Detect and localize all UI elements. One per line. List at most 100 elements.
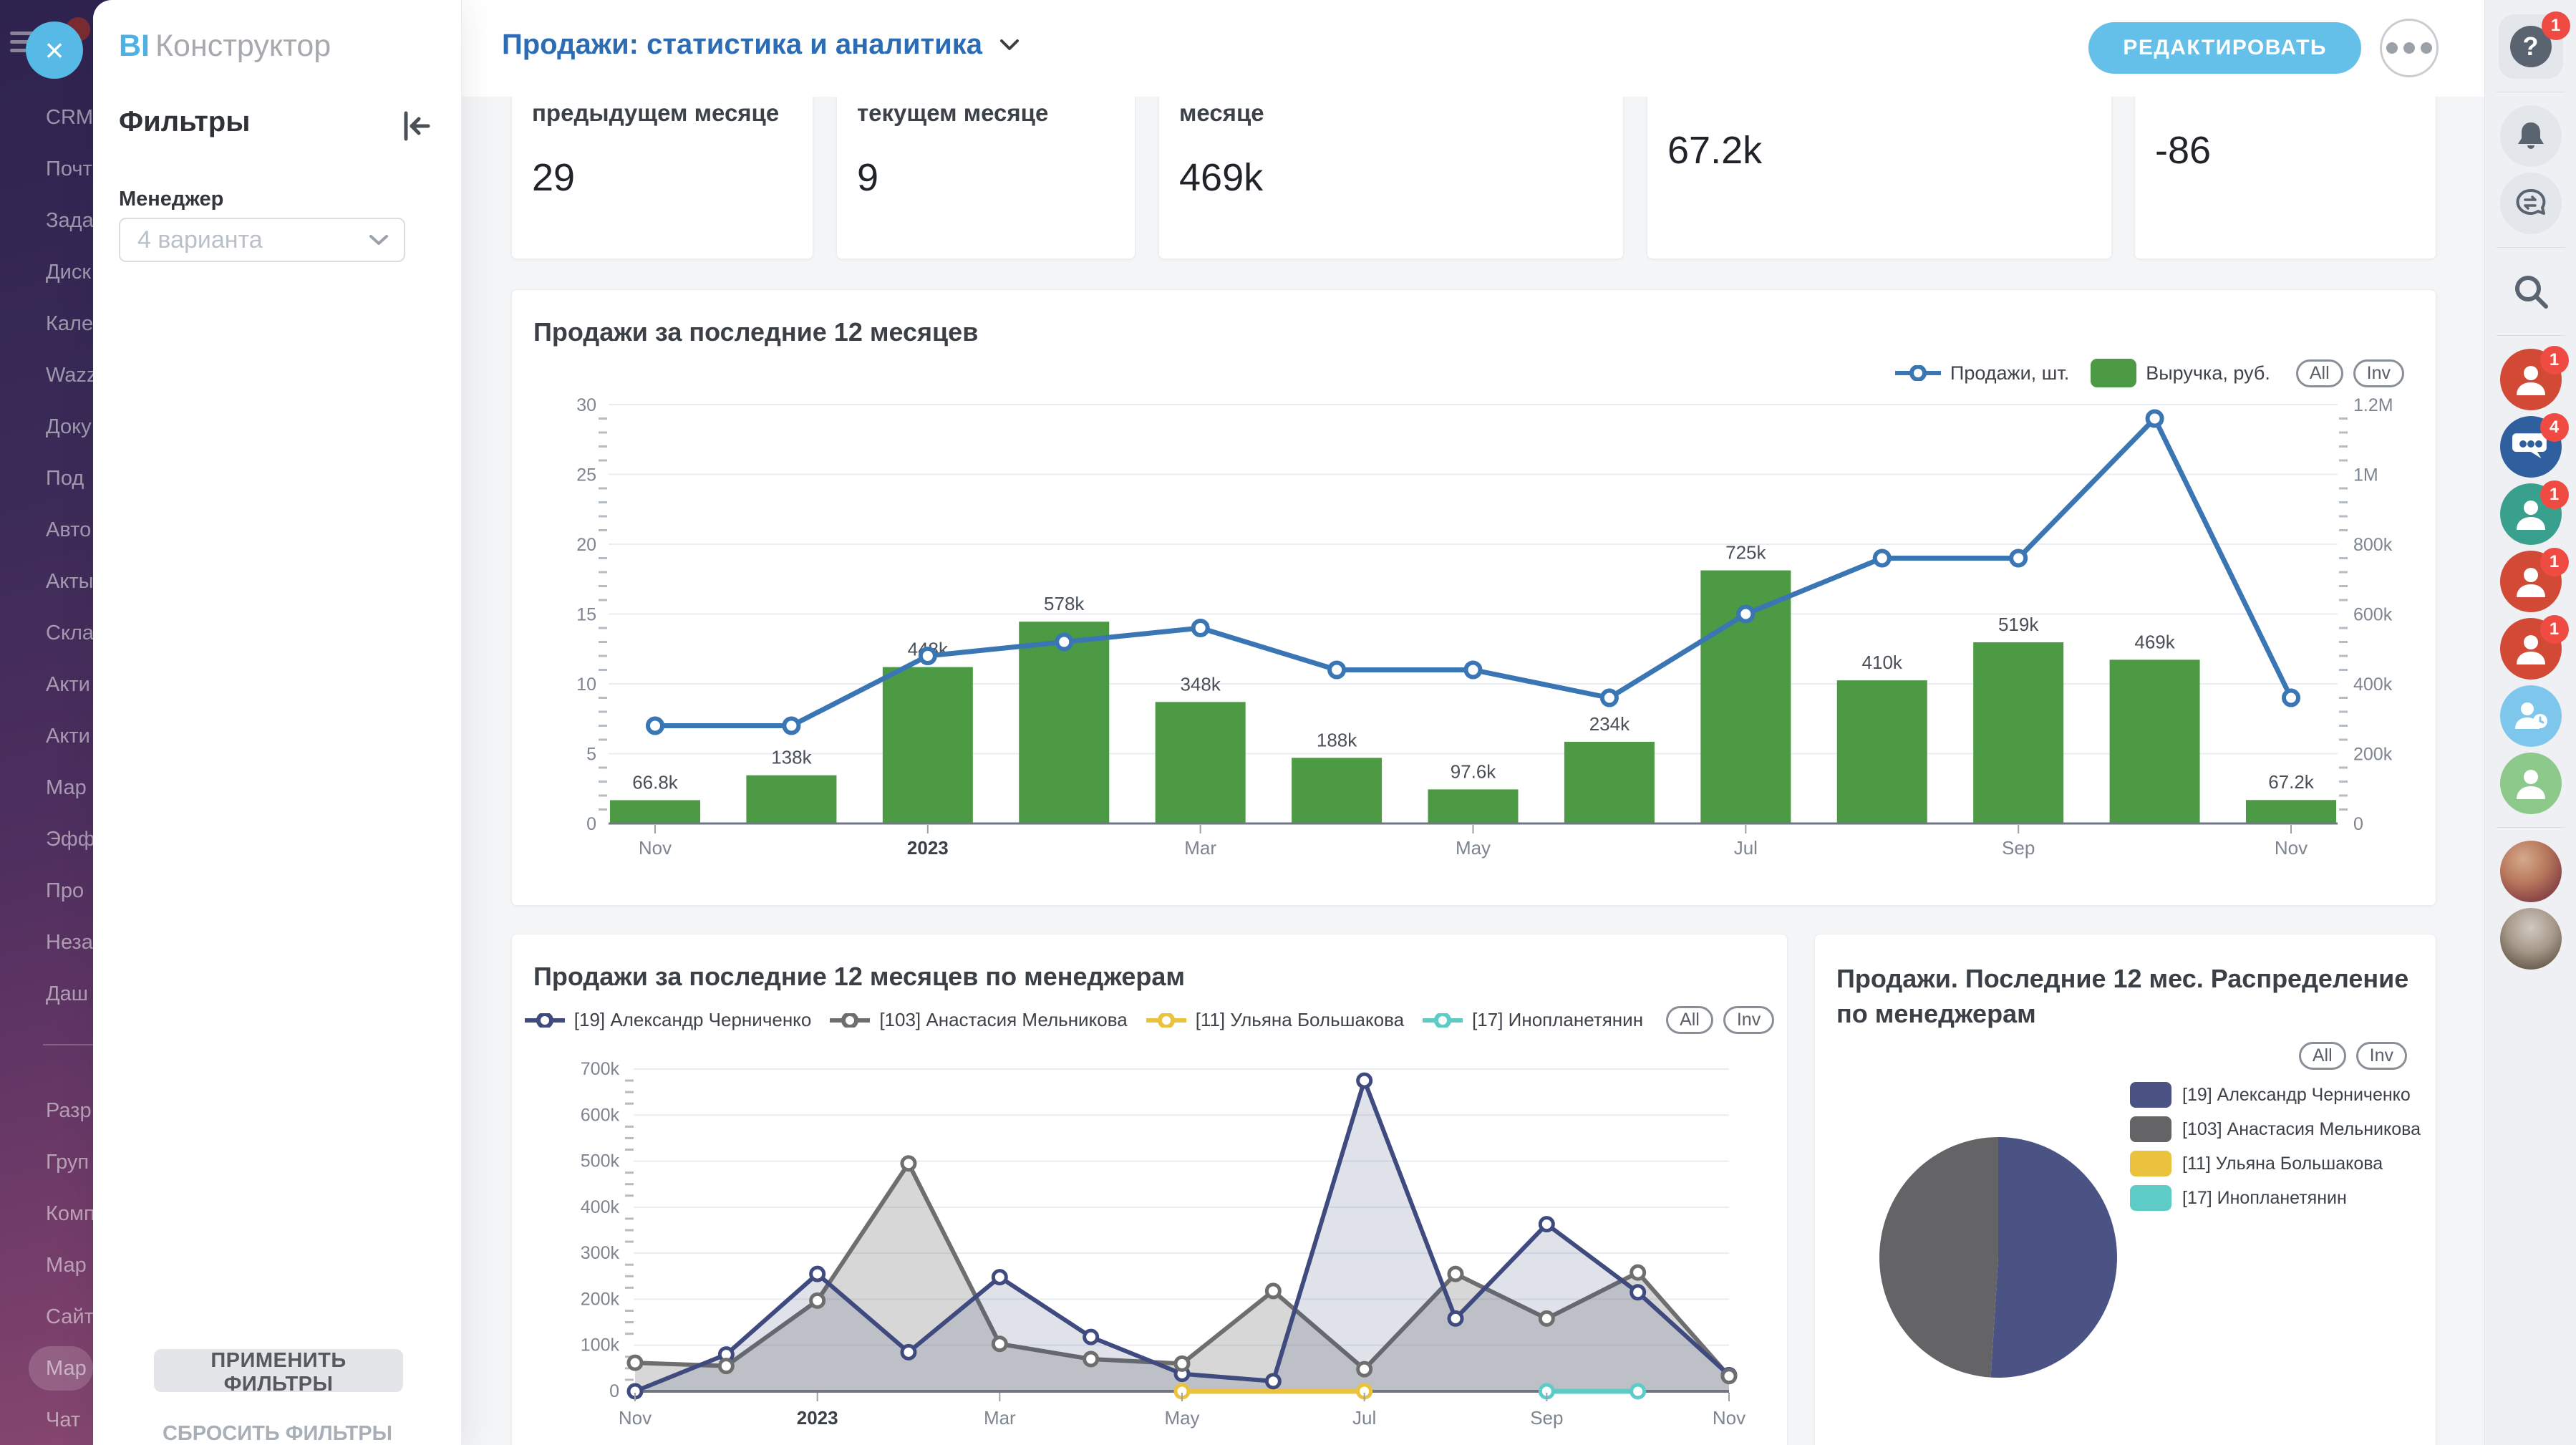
manager-point[interactable] xyxy=(811,1267,824,1280)
legend-item-sales[interactable]: Продажи, шт. xyxy=(1895,362,2069,385)
manager-point[interactable] xyxy=(1449,1267,1462,1280)
sidebar-item-Кале[interactable]: Кале xyxy=(0,298,93,349)
revenue-bar[interactable] xyxy=(1837,680,1927,823)
dashboard-title-dropdown[interactable]: Продажи: статистика и аналитика xyxy=(502,29,1021,61)
apply-filters-button[interactable]: ПРИМЕНИТЬ ФИЛЬТРЫ xyxy=(154,1349,403,1392)
user-photo-avatar[interactable] xyxy=(2500,841,2562,902)
sales-point[interactable] xyxy=(1057,635,1071,649)
sales-point[interactable] xyxy=(2148,412,2162,426)
revenue-bar[interactable] xyxy=(1973,642,2063,823)
sales-point[interactable] xyxy=(784,719,798,733)
rail-item-avatar-clock[interactable] xyxy=(2500,685,2562,747)
manager-point[interactable] xyxy=(1540,1218,1553,1231)
manager-point[interactable] xyxy=(1267,1285,1279,1297)
pie-slice[interactable] xyxy=(1879,1137,1998,1378)
revenue-bar[interactable] xyxy=(746,775,836,823)
manager-point[interactable] xyxy=(1085,1353,1098,1366)
sidebar-item-Под[interactable]: Под xyxy=(0,453,93,504)
sales-point[interactable] xyxy=(648,719,662,733)
sidebar-item-Груп[interactable]: Груп xyxy=(0,1136,93,1188)
sidebar-item-Чат[interactable]: Чат xyxy=(0,1394,93,1445)
rail-item-avatar-person[interactable]: 1 xyxy=(2500,551,2562,612)
manager-point[interactable] xyxy=(1723,1370,1735,1383)
user-avatar-icon[interactable] xyxy=(2500,753,2562,814)
bell-icon[interactable] xyxy=(2500,105,2562,167)
rail-item-avatar-person[interactable]: 1 xyxy=(2500,483,2562,545)
sidebar-item-Разр[interactable]: Разр xyxy=(0,1085,93,1136)
sales-point[interactable] xyxy=(1466,663,1481,677)
chat-history-icon[interactable] xyxy=(2500,173,2562,234)
revenue-bar[interactable] xyxy=(1428,789,1519,823)
manager-point[interactable] xyxy=(902,1345,915,1358)
rail-item-group-chat[interactable]: 4 xyxy=(2500,416,2562,478)
more-options-icon[interactable] xyxy=(2380,19,2439,77)
sidebar-item-Мар[interactable]: Мар xyxy=(0,762,93,813)
sidebar-item-Сайт[interactable]: Сайт xyxy=(0,1291,93,1343)
revenue-bar[interactable] xyxy=(1292,758,1382,823)
sidebar-item-Зада[interactable]: Зада xyxy=(0,195,93,246)
manager-point[interactable] xyxy=(1176,1357,1188,1370)
sidebar-item-Авто[interactable]: Авто xyxy=(0,504,93,556)
sales-point[interactable] xyxy=(1193,621,1208,635)
manager-point[interactable] xyxy=(1358,1074,1371,1087)
manager-point[interactable] xyxy=(1632,1385,1645,1398)
manager-point[interactable] xyxy=(1632,1266,1645,1279)
sidebar-item-Неза[interactable]: Неза xyxy=(0,917,93,968)
revenue-bar[interactable] xyxy=(1564,742,1655,823)
rail-item-avatar-person[interactable]: 1 xyxy=(2500,618,2562,680)
manager-point[interactable] xyxy=(1085,1330,1098,1343)
collapse-panel-icon[interactable] xyxy=(400,109,432,143)
user-photo-avatar[interactable] xyxy=(2500,908,2562,970)
manager-point[interactable] xyxy=(1267,1375,1279,1388)
rail-item-bell[interactable] xyxy=(2500,105,2562,167)
revenue-bar[interactable] xyxy=(1156,702,1246,823)
rail-item-help[interactable]: ?1 xyxy=(2499,14,2563,79)
revenue-bar[interactable] xyxy=(2110,659,2200,823)
manager-point[interactable] xyxy=(1540,1312,1553,1325)
manager-point[interactable] xyxy=(1358,1363,1371,1376)
manager-point[interactable] xyxy=(629,1356,641,1369)
bar-line-chart[interactable]: 0510152025300200k400k600k800k1M1.2M66.8k… xyxy=(512,383,2436,884)
sidebar-item-Скла[interactable]: Скла xyxy=(0,607,93,659)
sales-point[interactable] xyxy=(2284,691,2298,705)
area-chart[interactable]: 0100k200k300k400k500k600k700kNov2023MarM… xyxy=(512,1055,1788,1445)
edit-button[interactable]: РЕДАКТИРОВАТЬ xyxy=(2088,22,2361,74)
sales-point[interactable] xyxy=(2011,551,2025,566)
sidebar-item-Доку[interactable]: Доку xyxy=(0,401,93,453)
revenue-bar[interactable] xyxy=(2246,800,2336,823)
manager-point[interactable] xyxy=(1449,1312,1462,1325)
search-icon[interactable] xyxy=(2500,261,2562,322)
manager-select[interactable]: 4 варианта xyxy=(119,218,405,262)
manager-point[interactable] xyxy=(1632,1286,1645,1299)
manager-point[interactable] xyxy=(993,1338,1006,1350)
sidebar-item-Акты[interactable]: Акты xyxy=(0,556,93,607)
rail-item-photo-woman[interactable] xyxy=(2500,841,2562,902)
close-icon[interactable]: × xyxy=(26,21,83,79)
revenue-bar[interactable] xyxy=(883,667,973,823)
rail-item-search[interactable] xyxy=(2500,261,2562,322)
app-logo[interactable]: BIКонструктор xyxy=(119,29,331,64)
rail-item-chat-history[interactable] xyxy=(2500,173,2562,234)
sidebar-item-Мар[interactable]: Мар xyxy=(29,1346,93,1391)
sidebar-item-Эфф[interactable]: Эфф xyxy=(0,813,93,865)
sales-point[interactable] xyxy=(1875,551,1889,566)
pie-slice[interactable] xyxy=(1991,1137,2117,1378)
sidebar-item-Акти[interactable]: Акти xyxy=(0,659,93,710)
manager-point[interactable] xyxy=(993,1271,1006,1284)
revenue-bar[interactable] xyxy=(1019,622,1109,823)
legend-item-manager[interactable]: [103] Анастасия Мельникова xyxy=(830,1009,1127,1031)
sidebar-item-Про[interactable]: Про xyxy=(0,865,93,917)
sales-point[interactable] xyxy=(1602,691,1617,705)
sidebar-item-Почт[interactable]: Почт xyxy=(0,143,93,195)
sidebar-item-Wazz[interactable]: Wazz xyxy=(0,349,93,401)
pie-chart[interactable] xyxy=(1815,934,2436,1445)
manager-point[interactable] xyxy=(811,1294,824,1307)
sidebar-item-Комп[interactable]: Комп xyxy=(0,1188,93,1239)
sales-point[interactable] xyxy=(1330,663,1344,677)
sales-point[interactable] xyxy=(921,649,935,663)
legend-pill-inv[interactable]: Inv xyxy=(1723,1006,1774,1034)
rail-item-photo-man[interactable] xyxy=(2500,908,2562,970)
sales-point[interactable] xyxy=(1738,607,1753,622)
rail-item-avatar-person[interactable]: 1 xyxy=(2500,349,2562,410)
legend-pill-all[interactable]: All xyxy=(1666,1006,1713,1034)
